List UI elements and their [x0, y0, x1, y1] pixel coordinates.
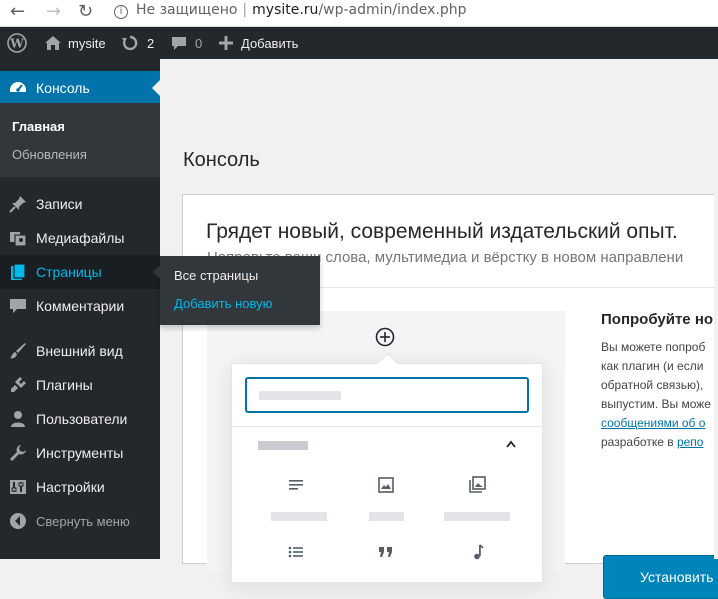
browser-toolbar: ← → ↻ i Не защищено | mysite.ru/wp-admin/in… — [0, 0, 718, 27]
flyout-item-add-new[interactable]: Добавить новую — [174, 296, 272, 311]
updates-count: 2 — [147, 35, 155, 51]
feedback-link[interactable]: сообщениями об о — [601, 416, 705, 430]
sidebar-item-label: Медиафайлы — [36, 230, 125, 246]
media-icon — [10, 232, 27, 247]
flyout-item-all-pages[interactable]: Все страницы — [174, 268, 258, 283]
admin-bar-comments[interactable]: 0 — [171, 27, 202, 59]
gallery-icon — [469, 476, 486, 493]
sidebar-item-users[interactable]: Пользователи — [0, 402, 160, 436]
window-edge — [714, 59, 718, 559]
user-icon — [11, 411, 25, 427]
sidebar-item-label: Комментарии — [36, 298, 125, 314]
sidebar-item-comments[interactable]: Комментарии — [0, 289, 160, 323]
sidebar-item-label: Внешний вид — [36, 343, 123, 359]
sidebar-item-label: Настройки — [36, 479, 105, 495]
add-block-icon — [375, 327, 395, 347]
admin-bar-add-new[interactable]: Добавить — [219, 27, 298, 59]
welcome-panel: Грядет новый, современный издательский о… — [182, 194, 718, 599]
forward-icon[interactable]: → — [46, 1, 61, 22]
address-bar[interactable]: i Не защищено | mysite.ru/wp-admin/index.ph… — [114, 2, 467, 19]
placeholder-bar — [271, 512, 327, 521]
sidebar-item-label: Плагины — [36, 377, 93, 393]
wordpress-logo-icon[interactable]: W — [7, 27, 27, 59]
sidebar-item-pages[interactable]: Страницы — [0, 255, 161, 289]
url-path: /wp-admin/index.php — [318, 2, 467, 18]
dashboard-icon — [10, 82, 26, 92]
collapse-arrow-icon — [10, 513, 26, 529]
placeholder-bar — [258, 441, 308, 450]
comment-icon — [172, 37, 186, 50]
try-line: как плагин (и если — [601, 359, 704, 373]
sidebar-item-settings[interactable]: Настройки — [0, 470, 160, 504]
sidebar-item-label: Инструменты — [36, 445, 124, 461]
sidebar-item-label: Консоль — [36, 80, 90, 96]
try-line: Вы можете попроб — [601, 340, 706, 354]
paintbrush-icon — [10, 343, 26, 359]
reload-icon[interactable]: ↻ — [78, 1, 93, 22]
sidebar-item-posts[interactable]: Записи — [0, 187, 160, 221]
admin-bar: W mysite 2 0 Добавить — [0, 27, 718, 59]
sidebar-item-console[interactable]: Консоль — [0, 71, 160, 105]
comment-icon — [10, 299, 26, 313]
audio-icon — [474, 544, 484, 560]
add-new-label: Добавить — [241, 35, 299, 51]
sidebar-item-media[interactable]: Медиафайлы — [0, 221, 160, 255]
url-separator: | — [242, 2, 248, 18]
inserter-search-field — [245, 377, 529, 413]
placeholder-bar — [259, 391, 341, 400]
welcome-heading: Грядет новый, современный издательский о… — [206, 220, 678, 243]
sidebar-item-plugins[interactable]: Плагины — [0, 368, 160, 402]
sidebar-item-label: Страницы — [36, 264, 102, 280]
page-title: Консоль — [183, 149, 260, 171]
install-gutenberg-button[interactable]: Установить — [603, 555, 718, 599]
try-description: Вы можете попроб как плагин (и если обра… — [601, 338, 718, 452]
not-secure-label: Не защищено — [136, 2, 238, 18]
submenu-item-updates[interactable]: Обновления — [12, 147, 87, 162]
sidebar-collapse-menu[interactable]: Свернуть меню — [0, 504, 160, 538]
paragraph-icon — [289, 480, 303, 490]
plugin-icon — [11, 377, 26, 392]
list-icon — [288, 546, 303, 558]
info-icon[interactable]: i — [114, 5, 128, 19]
repository-link[interactable]: репо — [677, 435, 704, 449]
site-name: mysite — [68, 35, 106, 51]
try-heading: Попробуйте но — [601, 311, 714, 328]
pages-flyout-menu: Все страницы Добавить новую — [160, 256, 320, 325]
console-submenu: Главная Обновления — [0, 103, 160, 177]
svg-text:W: W — [9, 37, 24, 51]
sidebar-item-appearance[interactable]: Внешний вид — [0, 334, 160, 368]
try-line: выпустим. Вы може — [601, 397, 711, 411]
try-gutenberg-column: Попробуйте но Вы можете попроб как плаги… — [601, 311, 718, 541]
try-line: обратной связью), — [601, 378, 704, 392]
wrench-icon — [10, 445, 26, 461]
pushpin-icon — [9, 196, 26, 213]
editor-preview-image — [207, 311, 565, 583]
sidebar-item-label: Пользователи — [36, 411, 128, 427]
plus-icon — [219, 36, 233, 50]
comments-count: 0 — [195, 35, 203, 51]
placeholder-bar — [369, 512, 404, 521]
image-icon — [378, 477, 394, 493]
chevron-up-icon — [506, 440, 516, 448]
quote-icon — [379, 547, 392, 557]
admin-bar-site[interactable]: mysite — [44, 27, 106, 59]
admin-bar-updates[interactable]: 2 — [121, 27, 154, 59]
block-inserter-mock — [231, 363, 543, 583]
try-line: разработке в — [601, 435, 677, 449]
admin-sidebar: Консоль Главная Обновления Записи Медиаф… — [0, 59, 161, 559]
updates-icon — [122, 35, 138, 51]
url-host: mysite.ru — [252, 2, 319, 18]
sidebar-item-tools[interactable]: Инструменты — [0, 436, 160, 470]
sidebar-item-label: Записи — [36, 196, 83, 212]
placeholder-bar — [444, 512, 510, 521]
divider — [232, 426, 542, 427]
home-icon — [45, 36, 61, 50]
settings-icon — [10, 480, 26, 494]
back-icon[interactable]: ← — [10, 1, 25, 22]
submenu-item-home[interactable]: Главная — [12, 119, 65, 134]
pages-icon — [11, 263, 26, 280]
sidebar-item-label: Свернуть меню — [36, 513, 130, 529]
